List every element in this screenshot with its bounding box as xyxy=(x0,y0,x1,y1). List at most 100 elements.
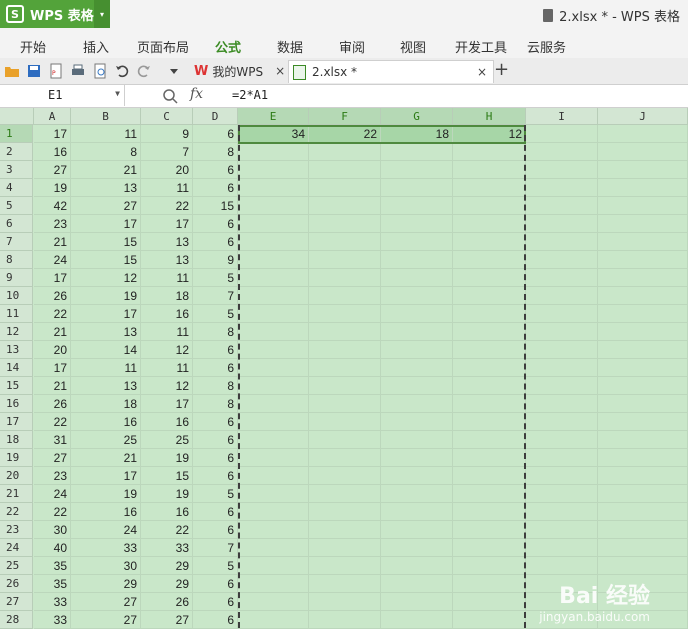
cell-c17[interactable]: 16 xyxy=(141,413,193,431)
cell-j2[interactable] xyxy=(598,143,688,161)
cell-a26[interactable]: 35 xyxy=(34,575,71,593)
cell-h25[interactable] xyxy=(453,557,526,575)
cell-a9[interactable]: 17 xyxy=(34,269,71,287)
cell-d23[interactable]: 6 xyxy=(193,521,238,539)
cell-i18[interactable] xyxy=(526,431,598,449)
cell-h22[interactable] xyxy=(453,503,526,521)
cell-j20[interactable] xyxy=(598,467,688,485)
cell-d28[interactable]: 6 xyxy=(193,611,238,629)
print-icon[interactable] xyxy=(70,63,86,79)
cell-b24[interactable]: 33 xyxy=(71,539,141,557)
row-header[interactable]: 2 xyxy=(0,143,33,161)
cell-i5[interactable] xyxy=(526,197,598,215)
cell-b10[interactable]: 19 xyxy=(71,287,141,305)
cell-i4[interactable] xyxy=(526,179,598,197)
cell-b12[interactable]: 13 xyxy=(71,323,141,341)
cell-c21[interactable]: 19 xyxy=(141,485,193,503)
cell-c20[interactable]: 15 xyxy=(141,467,193,485)
menu-review[interactable]: 审阅 xyxy=(339,37,365,56)
cell-f16[interactable] xyxy=(309,395,381,413)
cell-i24[interactable] xyxy=(526,539,598,557)
cell-d14[interactable]: 6 xyxy=(193,359,238,377)
cell-c10[interactable]: 18 xyxy=(141,287,193,305)
row-header[interactable]: 24 xyxy=(0,539,33,557)
cell-j7[interactable] xyxy=(598,233,688,251)
cell-g4[interactable] xyxy=(381,179,453,197)
zoom-search-icon[interactable] xyxy=(162,88,178,104)
app-menu-dropdown-icon[interactable]: ▾ xyxy=(94,0,110,28)
cell-g19[interactable] xyxy=(381,449,453,467)
cell-d3[interactable]: 6 xyxy=(193,161,238,179)
row-header[interactable]: 17 xyxy=(0,413,33,431)
cell-a22[interactable]: 22 xyxy=(34,503,71,521)
cell-h14[interactable] xyxy=(453,359,526,377)
cell-b11[interactable]: 17 xyxy=(71,305,141,323)
fx-icon[interactable]: fx xyxy=(190,86,203,102)
cell-h3[interactable] xyxy=(453,161,526,179)
cell-a18[interactable]: 31 xyxy=(34,431,71,449)
cell-f22[interactable] xyxy=(309,503,381,521)
cell-i10[interactable] xyxy=(526,287,598,305)
cell-j24[interactable] xyxy=(598,539,688,557)
cell-d27[interactable]: 6 xyxy=(193,593,238,611)
row-header[interactable]: 20 xyxy=(0,467,33,485)
cell-d24[interactable]: 7 xyxy=(193,539,238,557)
cell-j1[interactable] xyxy=(598,125,688,143)
cell-h28[interactable] xyxy=(453,611,526,629)
row-header[interactable]: 3 xyxy=(0,161,33,179)
row-header[interactable]: 28 xyxy=(0,611,33,629)
row-header[interactable]: 22 xyxy=(0,503,33,521)
cell-i7[interactable] xyxy=(526,233,598,251)
cell-e6[interactable] xyxy=(238,215,309,233)
cell-h16[interactable] xyxy=(453,395,526,413)
row-header[interactable]: 8 xyxy=(0,251,33,269)
cell-b19[interactable]: 21 xyxy=(71,449,141,467)
cell-j11[interactable] xyxy=(598,305,688,323)
cell-f11[interactable] xyxy=(309,305,381,323)
cell-a16[interactable]: 26 xyxy=(34,395,71,413)
undo-icon[interactable] xyxy=(114,63,130,79)
cell-e26[interactable] xyxy=(238,575,309,593)
cell-g8[interactable] xyxy=(381,251,453,269)
cell-g1[interactable]: 18 xyxy=(381,125,453,143)
cell-f14[interactable] xyxy=(309,359,381,377)
cell-f19[interactable] xyxy=(309,449,381,467)
row-header[interactable]: 11 xyxy=(0,305,33,323)
cell-d9[interactable]: 5 xyxy=(193,269,238,287)
cell-g20[interactable] xyxy=(381,467,453,485)
cell-a4[interactable]: 19 xyxy=(34,179,71,197)
cell-h10[interactable] xyxy=(453,287,526,305)
cell-a10[interactable]: 26 xyxy=(34,287,71,305)
cell-g5[interactable] xyxy=(381,197,453,215)
name-box[interactable]: E1 ▼ xyxy=(0,85,125,106)
cell-e10[interactable] xyxy=(238,287,309,305)
spreadsheet-grid[interactable]: A B C D E F G H I J 1 17 11 9 6 34 22 18 12 2 16 8 7 8 3 27 21 20 6 4… xyxy=(0,108,688,629)
cell-b27[interactable]: 27 xyxy=(71,593,141,611)
cell-f26[interactable] xyxy=(309,575,381,593)
cell-g3[interactable] xyxy=(381,161,453,179)
cell-a17[interactable]: 22 xyxy=(34,413,71,431)
cell-f3[interactable] xyxy=(309,161,381,179)
cell-b15[interactable]: 13 xyxy=(71,377,141,395)
cell-b1[interactable]: 11 xyxy=(71,125,141,143)
cell-i3[interactable] xyxy=(526,161,598,179)
cell-f24[interactable] xyxy=(309,539,381,557)
cell-f12[interactable] xyxy=(309,323,381,341)
row-header[interactable]: 1 xyxy=(0,125,33,143)
cell-a21[interactable]: 24 xyxy=(34,485,71,503)
cell-i6[interactable] xyxy=(526,215,598,233)
cell-f17[interactable] xyxy=(309,413,381,431)
cell-d6[interactable]: 6 xyxy=(193,215,238,233)
row-header[interactable]: 27 xyxy=(0,593,33,611)
cell-h17[interactable] xyxy=(453,413,526,431)
cell-a19[interactable]: 27 xyxy=(34,449,71,467)
cell-g15[interactable] xyxy=(381,377,453,395)
cell-f20[interactable] xyxy=(309,467,381,485)
cell-h7[interactable] xyxy=(453,233,526,251)
cell-a24[interactable]: 40 xyxy=(34,539,71,557)
cell-c11[interactable]: 16 xyxy=(141,305,193,323)
cell-a7[interactable]: 21 xyxy=(34,233,71,251)
cell-d4[interactable]: 6 xyxy=(193,179,238,197)
cell-a15[interactable]: 21 xyxy=(34,377,71,395)
print-preview-icon[interactable] xyxy=(92,63,108,79)
